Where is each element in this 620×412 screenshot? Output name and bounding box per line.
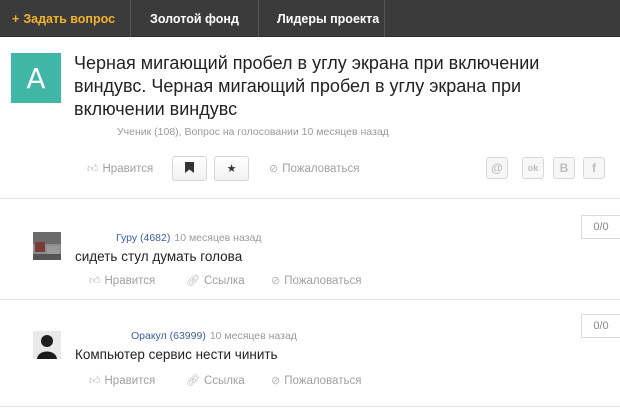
favorite-button[interactable]: ★: [214, 156, 249, 181]
answer-time: 10 месяцев назад: [209, 330, 297, 342]
answer-author-avatar[interactable]: [33, 232, 61, 260]
vkontakte-icon: B: [559, 161, 569, 175]
bookmark-icon: [185, 161, 194, 176]
share-facebook-button[interactable]: f: [583, 157, 605, 179]
answer-like-button[interactable]: 👍︎ Нравится: [89, 374, 156, 388]
report-label: Пожаловаться: [284, 374, 362, 387]
divider: [0, 299, 620, 300]
answer-like-button[interactable]: 👍︎ Нравится: [89, 274, 156, 288]
answer-report-button[interactable]: ⊘ Пожаловаться: [271, 374, 362, 388]
link-icon: 🔗︎: [186, 375, 200, 387]
report-label: Пожаловаться: [284, 274, 362, 287]
like-label: Нравится: [102, 162, 154, 175]
like-label: Нравится: [104, 374, 156, 387]
link-label: Ссылка: [203, 274, 245, 287]
answer-author-link[interactable]: Гуру (4682): [116, 232, 170, 244]
answer-meta: Оракул (63999) 10 месяцев назад: [131, 330, 297, 342]
ask-question-label: Задать вопрос: [23, 11, 116, 26]
answer-link-button[interactable]: 🔗︎ Ссылка: [186, 374, 245, 388]
odnoklassniki-icon: ok: [527, 163, 539, 173]
share-vkontakte-button[interactable]: B: [553, 157, 575, 179]
answer-author-avatar[interactable]: [33, 331, 61, 359]
answer-vote-counter[interactable]: 0/0: [581, 314, 620, 338]
question-meta: Ученик (108), Вопрос на голосовании 10 м…: [117, 126, 389, 138]
report-icon: ⊘: [269, 163, 279, 175]
facebook-icon: f: [592, 161, 596, 175]
report-icon: ⊘: [271, 375, 281, 387]
answer-link-button[interactable]: 🔗︎ Ссылка: [186, 274, 245, 288]
report-label: Пожаловаться: [282, 162, 360, 175]
question-author-avatar[interactable]: A: [11, 53, 61, 103]
answer-meta: Гуру (4682) 10 месяцев назад: [116, 232, 261, 244]
plus-icon: +: [12, 11, 20, 26]
link-label: Ссылка: [203, 374, 245, 387]
like-label: Нравится: [104, 274, 156, 287]
mail-icon: @: [491, 161, 503, 175]
divider: [0, 198, 620, 199]
answer-text: Компьютер сервис нести чинить: [75, 347, 278, 362]
answer-vote-counter[interactable]: 0/0: [581, 215, 620, 239]
thumbs-up-icon: 👍︎: [87, 163, 99, 175]
nav-golden-fund-label: Золотой фонд: [150, 11, 239, 26]
star-icon: ★: [226, 163, 237, 175]
answer-author-link[interactable]: Оракул (63999): [131, 330, 206, 342]
top-nav: + Задать вопрос Золотой фонд Лидеры прое…: [0, 0, 620, 37]
answer-time: 10 месяцев назад: [174, 232, 262, 244]
report-icon: ⊘: [271, 275, 281, 287]
nav-project-leaders[interactable]: Лидеры проекта: [259, 0, 385, 37]
answer-text: сидеть стул думать голова: [75, 249, 243, 264]
ask-question-button[interactable]: + Задать вопрос: [0, 0, 131, 37]
divider: [0, 406, 620, 407]
question-like-button[interactable]: 👍︎ Нравится: [87, 162, 154, 176]
question-report-button[interactable]: ⊘ Пожаловаться: [269, 162, 360, 176]
link-icon: 🔗︎: [186, 275, 200, 287]
share-mail-button[interactable]: @: [486, 157, 508, 179]
thumbs-up-icon: 👍︎: [89, 375, 101, 387]
nav-golden-fund[interactable]: Золотой фонд: [131, 0, 259, 37]
bookmark-button[interactable]: [172, 156, 207, 181]
avatar-letter: A: [26, 61, 46, 95]
share-odnoklassniki-button[interactable]: ok: [522, 157, 544, 179]
thumbs-up-icon: 👍︎: [89, 275, 101, 287]
nav-project-leaders-label: Лидеры проекта: [277, 11, 380, 26]
answer-report-button[interactable]: ⊘ Пожаловаться: [271, 274, 362, 288]
question-title: Черная мигающий пробел в углу экрана при…: [74, 53, 540, 119]
